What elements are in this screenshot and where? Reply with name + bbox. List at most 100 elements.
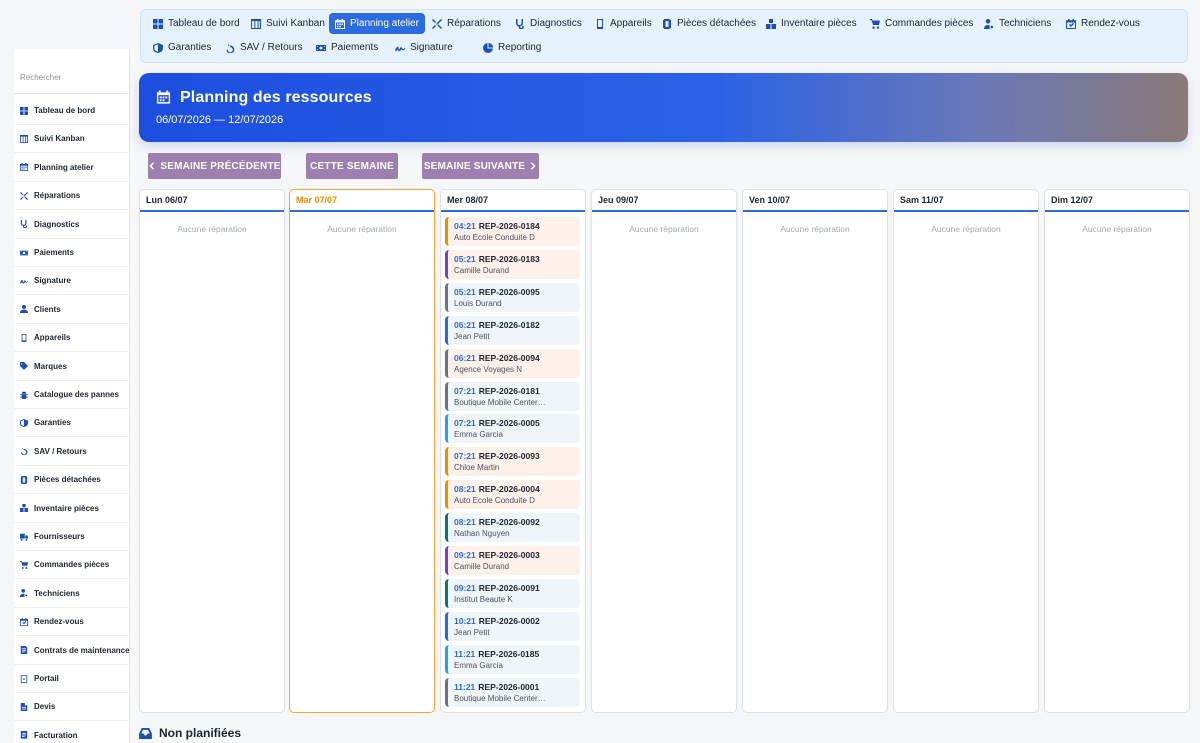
bug-icon bbox=[19, 390, 28, 399]
day-column: Mar 07/07 Aucune réparation bbox=[289, 189, 435, 713]
nav-tab-sav-retours[interactable]: SAV / Retours bbox=[219, 37, 309, 58]
tag-icon bbox=[19, 362, 28, 371]
repair-time: 11:21 bbox=[454, 681, 476, 692]
sidebar-item-techniciens[interactable]: Techniciens bbox=[14, 580, 130, 608]
repair-reference: REP-2026-0095 bbox=[478, 286, 540, 297]
nav-tab-suivi-kanban[interactable]: Suivi Kanban bbox=[245, 13, 331, 34]
sidebar-item-marques[interactable]: Marques bbox=[14, 353, 130, 381]
repair-card[interactable]: 05:21 REP-2026-0095 Louis Durand bbox=[445, 282, 580, 312]
sidebar-item-appareils[interactable]: Appareils bbox=[14, 324, 130, 353]
sidebar-item-paiements[interactable]: Paiements bbox=[14, 239, 130, 267]
sidebar-item-label: Fournisseurs bbox=[34, 532, 85, 541]
repair-card[interactable]: 11:21 REP-2026-0001 Boutique Mobile Center… bbox=[445, 677, 580, 707]
repair-client: Louis Durand bbox=[454, 298, 502, 308]
repair-card[interactable]: 11:21 REP-2026-0185 Emma Garcia bbox=[445, 644, 580, 674]
nav-tab-reparations[interactable]: Réparations bbox=[426, 13, 507, 34]
next-week-button[interactable]: SEMAINE SUIVANTE bbox=[422, 153, 539, 179]
repair-card-heading: 07:21 REP-2026-0093 bbox=[454, 451, 580, 461]
sidebar-search-label[interactable]: Rechercher bbox=[20, 73, 61, 82]
sidebar-item-devis[interactable]: Devis bbox=[14, 693, 130, 722]
repair-card[interactable]: 10:21 REP-2026-0002 Jean Petit bbox=[445, 611, 580, 641]
repair-card[interactable]: 07:21 REP-2026-0005 Emma Garcia bbox=[445, 414, 580, 444]
sidebar-item-pieces-detachees[interactable]: Pièces détachées bbox=[14, 466, 130, 495]
repair-card[interactable]: 06:21 REP-2026-0094 Agence Voyages N bbox=[445, 348, 580, 378]
nav-tab-commandes-pieces[interactable]: Commandes pièces bbox=[864, 13, 979, 34]
sidebar-item-fournisseurs[interactable]: Fournisseurs bbox=[14, 523, 130, 551]
nav-tab-label: Inventaire pièces bbox=[781, 18, 857, 29]
sidebar-item-diagnostics[interactable]: Diagnostics bbox=[14, 211, 130, 239]
nav-tab-diagnostics[interactable]: Diagnostics bbox=[509, 13, 588, 34]
undo-icon bbox=[225, 43, 240, 53]
repair-client: Camille Durand bbox=[454, 265, 510, 275]
repair-card[interactable]: 07:21 REP-2026-0093 Chloe Martin bbox=[445, 447, 580, 477]
current-week-button[interactable]: CETTE SEMAINE bbox=[306, 153, 398, 179]
repair-card[interactable]: 08:21 REP-2026-0004 Auto Ecole Conduite D bbox=[445, 480, 580, 510]
sidebar-item-label: Tableau de bord bbox=[34, 106, 96, 115]
phone-icon bbox=[595, 18, 610, 29]
nav-tab-planning-atelier[interactable]: Planning atelier bbox=[329, 13, 425, 34]
nav-tab-reporting[interactable]: Reporting bbox=[477, 37, 547, 58]
sidebar-item-label: Clients bbox=[34, 304, 61, 314]
repair-card[interactable]: 05:21 REP-2026-0183 Camille Durand bbox=[445, 249, 580, 279]
sidebar-item-suivi-kanban[interactable]: Suivi Kanban bbox=[14, 125, 130, 154]
repair-card[interactable]: 04:21 REP-2026-0184 Auto Ecole Conduite D bbox=[445, 217, 580, 246]
repair-time: 11:21 bbox=[454, 648, 476, 659]
repair-time: 09:21 bbox=[454, 582, 476, 593]
user-gear-icon bbox=[984, 18, 999, 29]
sidebar-item-contrats-de-maintenance[interactable]: Contrats de maintenance bbox=[14, 637, 130, 665]
nav-tab-label: Suivi Kanban bbox=[266, 18, 325, 29]
day-column: Dim 12/07 Aucune réparation bbox=[1044, 189, 1190, 713]
money-icon bbox=[316, 43, 331, 53]
repair-card-heading: 07:21 REP-2026-0005 bbox=[454, 418, 580, 428]
repair-card-heading: 05:21 REP-2026-0095 bbox=[454, 287, 580, 297]
sidebar: Rechercher Tableau de bord Suivi Kanban Pl… bbox=[14, 49, 130, 743]
sidebar-item-sav-retours[interactable]: SAV / Retours bbox=[14, 438, 130, 466]
sidebar-item-label: Appareils bbox=[34, 333, 71, 343]
stethoscope-icon bbox=[515, 18, 530, 29]
repair-card[interactable]: 07:21 REP-2026-0181 Boutique Mobile Center… bbox=[445, 381, 580, 411]
sidebar-item-facturation[interactable]: Facturation bbox=[14, 722, 130, 743]
repair-card[interactable]: 06:21 REP-2026-0182 Jean Petit bbox=[445, 315, 580, 345]
repair-card-heading: 09:21 REP-2026-0091 bbox=[454, 583, 580, 593]
sidebar-item-commandes-pieces[interactable]: Commandes pièces bbox=[14, 551, 130, 580]
sidebar-item-label: Signature bbox=[34, 276, 71, 286]
sidebar-item-planning-atelier[interactable]: Planning atelier bbox=[14, 154, 130, 182]
nav-tab-appareils[interactable]: Appareils bbox=[589, 13, 658, 34]
nav-tab-techniciens[interactable]: Techniciens bbox=[978, 13, 1057, 34]
sidebar-item-portail[interactable]: Portail bbox=[14, 665, 130, 693]
sidebar-item-reparations[interactable]: Réparations bbox=[14, 182, 130, 211]
nav-tab-garanties[interactable]: Garanties bbox=[147, 37, 217, 58]
previous-week-button[interactable]: SEMAINE PRÉCÉDENTE bbox=[148, 153, 281, 179]
nav-tab-paiements[interactable]: Paiements bbox=[310, 37, 384, 58]
repair-card[interactable]: 09:21 REP-2026-0003 Camille Durand bbox=[445, 546, 580, 575]
sidebar-item-clients[interactable]: Clients bbox=[14, 296, 130, 324]
nav-tab-inventaire-pieces[interactable]: Inventaire pièces bbox=[760, 13, 863, 34]
nav-tab-rendez-vous[interactable]: Rendez-vous bbox=[1060, 13, 1146, 34]
phone-icon bbox=[19, 333, 28, 342]
sidebar-item-label: Devis bbox=[34, 702, 56, 712]
nav-tab-pieces-detachees[interactable]: Pièces détachées bbox=[656, 13, 762, 34]
sidebar-item-garanties[interactable]: Garanties bbox=[14, 409, 130, 438]
repair-time: 07:21 bbox=[454, 418, 476, 429]
day-header: Mar 07/07 bbox=[290, 190, 434, 212]
nav-tab-tableau-de-bord[interactable]: Tableau de bord bbox=[147, 13, 246, 34]
repair-time: 08:21 bbox=[454, 517, 476, 528]
nav-tab-signature[interactable]: Signature bbox=[389, 37, 459, 58]
boxes-icon bbox=[19, 504, 28, 513]
repair-reference: REP-2026-0094 bbox=[478, 352, 540, 363]
sidebar-item-rendez-vous[interactable]: Rendez-vous bbox=[14, 608, 130, 637]
repair-card[interactable]: 08:21 REP-2026-0092 Nathan Nguyen bbox=[445, 513, 580, 543]
invoice-icon bbox=[19, 731, 28, 740]
sidebar-item-tableau-de-bord[interactable]: Tableau de bord bbox=[14, 97, 130, 125]
sidebar-item-catalogue-des-pannes[interactable]: Catalogue des pannes bbox=[14, 381, 130, 409]
stethoscope-icon bbox=[19, 220, 28, 229]
repair-time: 05:21 bbox=[454, 286, 476, 297]
nav-tab-label: Pièces détachées bbox=[677, 18, 756, 29]
parts-icon bbox=[662, 18, 677, 29]
portal-icon bbox=[19, 674, 28, 683]
repair-card[interactable]: 09:21 REP-2026-0091 Institut Beaute K bbox=[445, 578, 580, 608]
sidebar-item-signature[interactable]: Signature bbox=[14, 267, 130, 296]
day-header: Sam 11/07 bbox=[894, 190, 1038, 212]
nav-tab-label: Commandes pièces bbox=[885, 18, 974, 29]
sidebar-item-inventaire-pieces[interactable]: Inventaire pièces bbox=[14, 495, 130, 523]
